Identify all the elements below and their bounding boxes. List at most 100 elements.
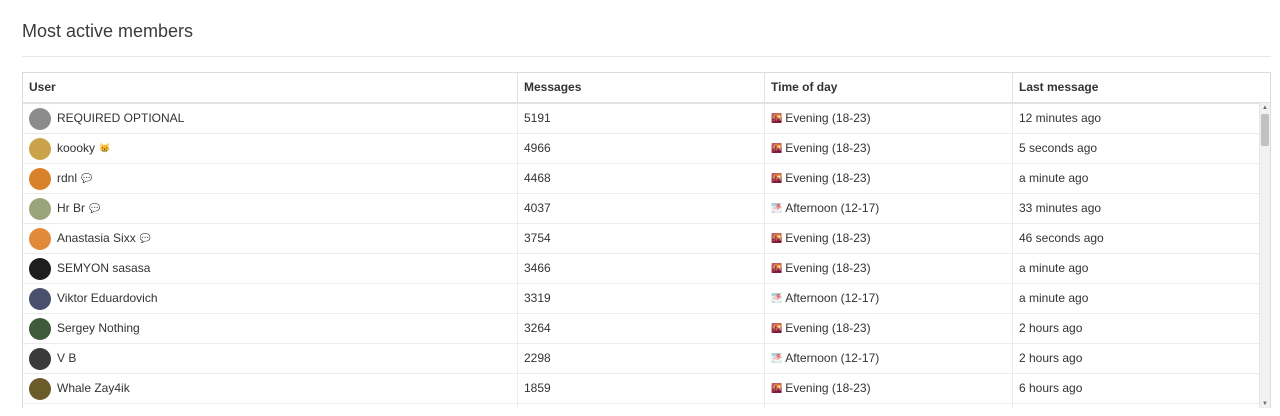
column-header-user[interactable]: User [23, 73, 518, 102]
messages-cell: 3264 [518, 314, 765, 343]
time-of-day-label: Afternoon (12-17) [785, 291, 880, 305]
messages-cell: 4468 [518, 164, 765, 193]
avatar[interactable] [29, 227, 51, 250]
time-of-day-label: Evening (18-23) [785, 231, 871, 245]
user-badge-icon: 💬 [81, 173, 93, 183]
time-of-day-icon: 🌁 [771, 293, 783, 303]
time-of-day-cell: 🌇 Evening (18-23) [765, 164, 1013, 193]
messages-cell: 1859 [518, 374, 765, 403]
members-table: User Messages Time of day Last message R… [22, 72, 1271, 408]
time-of-day-cell: 🌇 Evening (18-23) [765, 254, 1013, 283]
scroll-thumb[interactable] [1261, 114, 1269, 146]
column-header-time-of-day[interactable]: Time of day [765, 73, 1013, 102]
user-name[interactable]: REQUIRED OPTIONAL [57, 104, 184, 133]
messages-cell: 4966 [518, 134, 765, 163]
user-cell[interactable]: rdnl 💬 [23, 164, 518, 193]
user-cell[interactable]: Anastasia Sixx 💬 [23, 224, 518, 253]
time-of-day-label: Evening (18-23) [785, 171, 871, 185]
time-of-day-icon: 🌇 [771, 143, 783, 153]
time-of-day-icon: 🌇 [771, 173, 783, 183]
table-row[interactable]: Viktor Eduardovich 3319 🌁 Afternoon (12-17)… [23, 284, 1270, 314]
avatar[interactable] [29, 197, 51, 220]
table-row[interactable]: Anastasia Sixx 💬 3754 🌇 Evening (18-23) 46 se… [23, 224, 1270, 254]
time-of-day-cell: 🌇 Evening (18-23) [765, 134, 1013, 163]
time-of-day-cell: 🌇 Evening (18-23) [765, 224, 1013, 253]
avatar[interactable] [29, 317, 51, 340]
time-of-day-label: Evening (18-23) [785, 321, 871, 335]
table-header: User Messages Time of day Last message [23, 73, 1270, 104]
user-cell[interactable]: Viktor Eduardovich [23, 284, 518, 313]
time-of-day-label: Evening (18-23) [785, 381, 871, 395]
messages-cell: 3466 [518, 254, 765, 283]
user-name[interactable]: V B [57, 344, 76, 373]
user-name[interactable]: Sergey Nothing [57, 314, 140, 343]
page-title: Most active members [22, 21, 194, 41]
scroll-down-arrow-icon[interactable]: ▼ [1260, 399, 1270, 408]
avatar[interactable] [29, 377, 51, 400]
last-message-cell: a minute ago [1019, 261, 1089, 275]
user-cell[interactable]: koooky 😸 [23, 134, 518, 163]
column-header-last-message[interactable]: Last message [1013, 73, 1270, 102]
user-name[interactable]: SEMYON sasasa [57, 254, 150, 283]
last-message-cell: 12 minutes ago [1019, 111, 1102, 125]
last-message-cell: 46 seconds ago [1019, 231, 1104, 245]
user-name[interactable]: Viktor Eduardovich [57, 284, 158, 313]
avatar[interactable] [29, 167, 51, 190]
user-cell[interactable] [23, 404, 518, 408]
messages-cell: 3319 [518, 284, 765, 313]
messages-cell [518, 404, 765, 408]
user-name[interactable]: Hr Br [57, 194, 85, 223]
table-row[interactable]: Sergey Nothing 3264 🌇 Evening (18-23) 2 hour… [23, 314, 1270, 344]
last-message-cell: 5 seconds ago [1019, 141, 1098, 155]
user-cell[interactable]: REQUIRED OPTIONAL [23, 104, 518, 133]
time-of-day-icon: 🌁 [771, 353, 783, 363]
time-of-day-icon: 🌇 [771, 323, 783, 333]
avatar[interactable] [29, 347, 51, 370]
table-row[interactable] [23, 404, 1270, 408]
column-header-messages[interactable]: Messages [518, 73, 765, 102]
user-cell[interactable]: SEMYON sasasa [23, 254, 518, 283]
time-of-day-label: Afternoon (12-17) [785, 201, 880, 215]
avatar[interactable] [29, 107, 51, 130]
table-row[interactable]: V B 2298 🌁 Afternoon (12-17) 2 hours ago [23, 344, 1270, 374]
avatar[interactable] [29, 407, 51, 408]
user-cell[interactable]: Hr Br 💬 [23, 194, 518, 223]
avatar[interactable] [29, 257, 51, 280]
time-of-day-cell: 🌇 Evening (18-23) [765, 104, 1013, 133]
user-cell[interactable]: V B [23, 344, 518, 373]
time-of-day-label: Evening (18-23) [785, 141, 871, 155]
table-row[interactable]: Whale Zay4ik 1859 🌇 Evening (18-23) 6 hours … [23, 374, 1270, 404]
messages-cell: 5191 [518, 104, 765, 133]
table-scrollbar[interactable]: ▲ ▼ [1259, 103, 1270, 408]
user-cell[interactable]: Whale Zay4ik [23, 374, 518, 403]
time-of-day-cell: 🌁 Afternoon (12-17) [765, 284, 1013, 313]
time-of-day-icon: 🌇 [771, 233, 783, 243]
time-of-day-cell: 🌇 Evening (18-23) [765, 314, 1013, 343]
user-badge-icon: 💬 [89, 203, 101, 213]
avatar[interactable] [29, 287, 51, 310]
table-row[interactable]: SEMYON sasasa 3466 🌇 Evening (18-23) a minut… [23, 254, 1270, 284]
time-of-day-cell [765, 404, 1013, 408]
time-of-day-label: Afternoon (12-17) [785, 351, 880, 365]
table-row[interactable]: REQUIRED OPTIONAL 5191 🌇 Evening (18-23) 12 … [23, 104, 1270, 134]
time-of-day-label: Evening (18-23) [785, 261, 871, 275]
last-message-cell: 2 hours ago [1019, 321, 1083, 335]
last-message-cell [1013, 404, 1270, 408]
user-cell[interactable]: Sergey Nothing [23, 314, 518, 343]
user-name[interactable]: Anastasia Sixx [57, 224, 136, 253]
scroll-up-arrow-icon[interactable]: ▲ [1260, 103, 1270, 113]
table-row[interactable]: Hr Br 💬 4037 🌁 Afternoon (12-17) 33 minutes a… [23, 194, 1270, 224]
last-message-cell: a minute ago [1019, 171, 1089, 185]
table-row[interactable]: rdnl 💬 4468 🌇 Evening (18-23) a minute ago [23, 164, 1270, 194]
table-row[interactable]: koooky 😸 4966 🌇 Evening (18-23) 5 seconds ago [23, 134, 1270, 164]
last-message-cell: 2 hours ago [1019, 351, 1083, 365]
avatar[interactable] [29, 137, 51, 160]
messages-cell: 4037 [518, 194, 765, 223]
time-of-day-cell: 🌇 Evening (18-23) [765, 374, 1013, 403]
time-of-day-cell: 🌁 Afternoon (12-17) [765, 194, 1013, 223]
user-badge-icon: 😸 [99, 143, 111, 153]
table-body: REQUIRED OPTIONAL 5191 🌇 Evening (18-23) 12 … [23, 104, 1270, 408]
user-name[interactable]: rdnl [57, 164, 77, 193]
user-name[interactable]: koooky [57, 134, 95, 163]
user-name[interactable]: Whale Zay4ik [57, 374, 130, 403]
